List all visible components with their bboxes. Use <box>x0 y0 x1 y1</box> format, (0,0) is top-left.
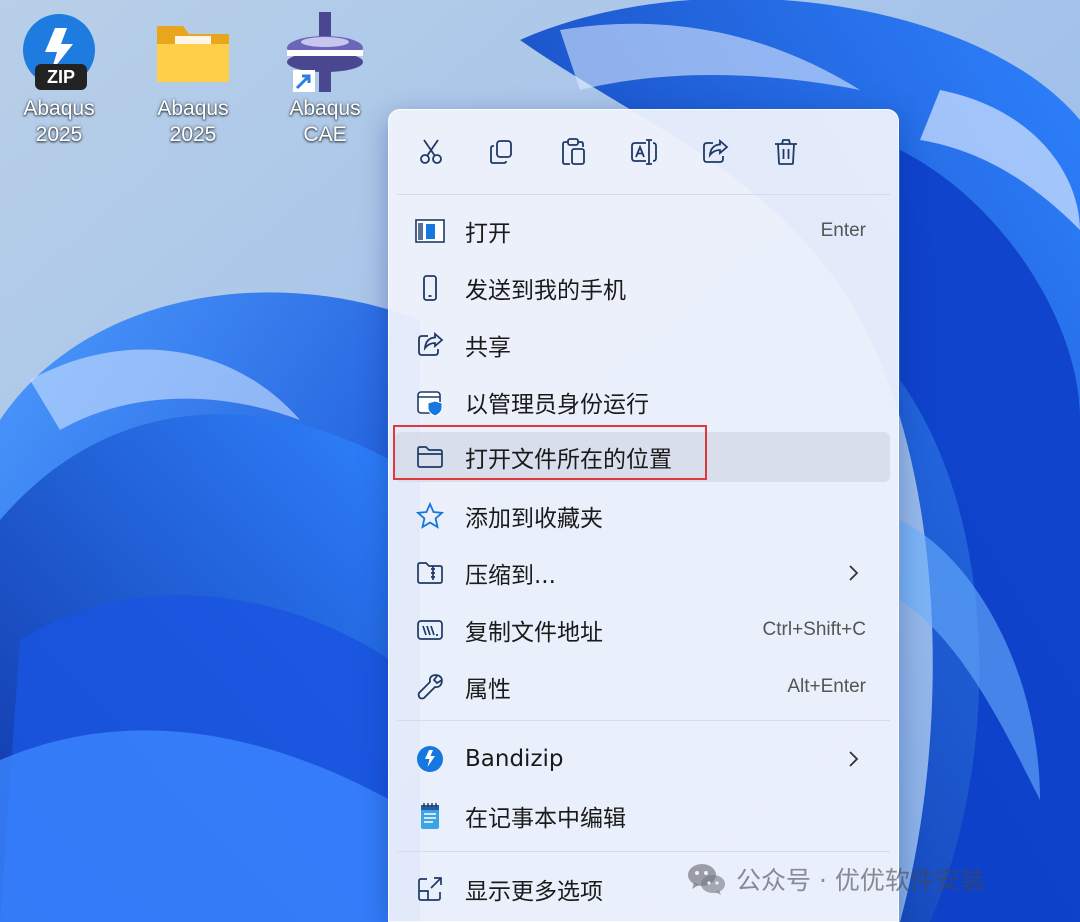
paste-icon <box>562 138 585 165</box>
menu-item-label: 压缩到... <box>465 563 556 589</box>
copy-path-icon <box>417 620 443 640</box>
desktop-icon-label: Abaqus 2025 <box>157 97 229 146</box>
menu-item-shortcut: Ctrl+Shift+C <box>762 619 866 640</box>
copy-icon <box>490 140 512 164</box>
folder-icon <box>157 26 229 82</box>
menu-item-bandizip[interactable]: Bandizip <box>395 734 890 784</box>
menu-item-shortcut: Alt+Enter <box>787 676 866 697</box>
menu-item-compress-to[interactable]: 压缩到... <box>395 548 890 598</box>
desktop-icon-abaqus-folder[interactable]: Abaqus 2025 <box>138 12 248 148</box>
rename-button[interactable] <box>624 132 664 172</box>
star-icon <box>415 501 445 529</box>
menu-separator <box>397 720 890 721</box>
menu-item-label: Bandizip <box>465 746 564 772</box>
highlight-annotation-frame <box>393 425 707 480</box>
share-button[interactable] <box>695 132 735 172</box>
share-icon <box>703 139 729 163</box>
paste-button[interactable] <box>553 132 593 172</box>
menu-item-run-as-admin[interactable]: 以管理员身份运行 <box>395 377 890 427</box>
delete-button[interactable] <box>766 132 806 172</box>
desktop-icon-label: Abaqus CAE <box>289 97 361 146</box>
menu-item-edit-in-notepad[interactable]: 在记事本中编辑 <box>395 791 890 841</box>
menu-item-label: 以管理员身份运行 <box>465 392 649 418</box>
cut-icon <box>420 139 442 164</box>
delete-icon <box>775 139 797 165</box>
zip-folder-icon <box>417 562 443 584</box>
wrench-icon <box>417 674 444 700</box>
share-icon <box>418 332 444 356</box>
cut-button[interactable] <box>411 132 451 172</box>
desktop-icon-abaqus-zip[interactable]: ZIP Abaqus 2025 <box>4 12 114 148</box>
menu-item-properties[interactable]: 属性 Alt+Enter <box>395 662 890 712</box>
menu-item-open[interactable]: 打开 Enter <box>395 206 890 256</box>
watermark: 公众号 · 优优软件安装 <box>686 856 985 902</box>
phone-icon <box>423 275 437 301</box>
bandizip-icon <box>417 746 443 772</box>
menu-item-label: 复制文件地址 <box>465 620 603 646</box>
menu-item-label: 属性 <box>465 677 511 703</box>
more-options-icon <box>418 877 442 901</box>
menu-item-label: 在记事本中编辑 <box>465 806 626 832</box>
menu-separator <box>397 851 890 852</box>
notepad-icon <box>421 803 439 829</box>
menu-item-label: 共享 <box>465 335 511 361</box>
abaqus-cae-app-icon <box>287 12 363 92</box>
rename-icon <box>631 139 657 165</box>
menu-item-label: 添加到收藏夹 <box>465 506 603 532</box>
menu-item-label: 显示更多选项 <box>465 879 603 905</box>
chevron-right-icon <box>849 565 859 581</box>
menu-item-label: 发送到我的手机 <box>465 278 626 304</box>
context-menu: 打开 Enter 发送到我的手机 共享 以管理员身份运行 打开文件所在的位置 添… <box>388 109 899 922</box>
menu-item-copy-file-path[interactable]: 复制文件地址 Ctrl+Shift+C <box>395 605 890 655</box>
menu-item-share[interactable]: 共享 <box>395 320 890 370</box>
open-window-icon <box>415 219 445 243</box>
wechat-icon <box>688 864 725 895</box>
menu-item-label: 打开 <box>465 221 511 247</box>
context-menu-toolbar <box>389 110 898 194</box>
zip-badge-label: ZIP <box>46 67 75 87</box>
menu-item-add-to-favorites[interactable]: 添加到收藏夹 <box>395 491 890 541</box>
chevron-right-icon <box>849 751 859 767</box>
menu-item-send-to-phone[interactable]: 发送到我的手机 <box>395 263 890 313</box>
copy-button[interactable] <box>482 132 522 172</box>
watermark-text: 公众号 · 优优软件安装 <box>736 866 985 895</box>
desktop-icon-label: Abaqus 2025 <box>23 97 95 146</box>
menu-separator <box>397 194 890 195</box>
admin-shield-icon <box>417 391 443 417</box>
menu-item-shortcut: Enter <box>820 220 866 241</box>
desktop-icon-abaqus-cae[interactable]: Abaqus CAE <box>270 12 380 148</box>
